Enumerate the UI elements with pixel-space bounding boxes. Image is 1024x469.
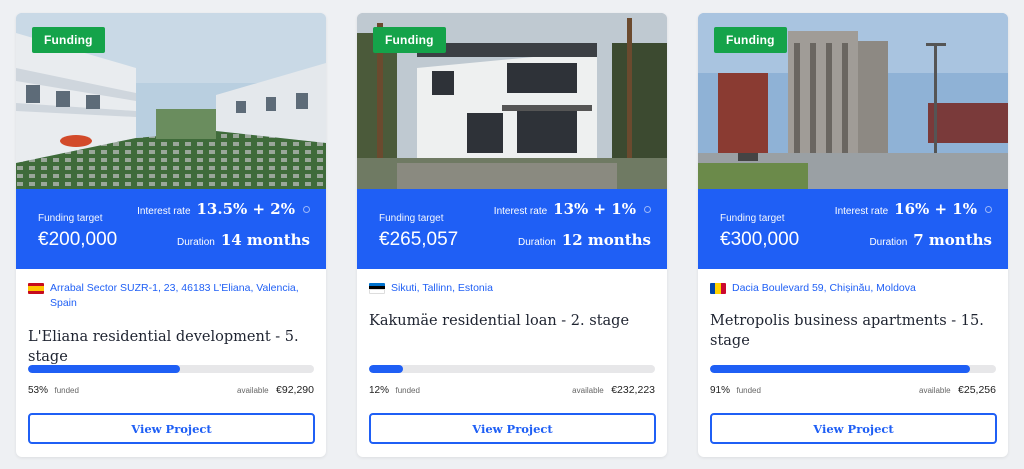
location-row: Dacia Boulevard 59, Chișinău, Moldova bbox=[710, 281, 994, 296]
available-label: available bbox=[237, 386, 269, 395]
available-label: available bbox=[572, 386, 604, 395]
funded-label: funded bbox=[736, 386, 761, 395]
available-stat: available €232,223 bbox=[572, 380, 655, 398]
interest-rate-label: Interest rate bbox=[834, 206, 889, 217]
duration-label: Duration bbox=[869, 237, 908, 248]
interest-rate-value: 13.5% + 2% bbox=[196, 200, 296, 218]
funding-target-value: €265,057 bbox=[379, 229, 459, 250]
funding-stats-row: 91% funded available €25,256 bbox=[710, 380, 996, 398]
project-photo[interactable]: Funding bbox=[16, 13, 326, 189]
funding-target-label: Funding target bbox=[720, 213, 785, 224]
funding-summary-panel: Funding target €200,000 Interest rate 13… bbox=[16, 189, 326, 269]
project-photo[interactable]: Funding bbox=[357, 13, 667, 189]
duration-value: 14 months bbox=[220, 231, 310, 249]
project-card[interactable]: Funding Funding target €200,000 Interest… bbox=[16, 13, 326, 457]
project-photo[interactable]: Funding bbox=[698, 13, 1008, 189]
info-icon[interactable] bbox=[303, 206, 310, 213]
funding-summary-panel: Funding target €300,000 Interest rate 16… bbox=[698, 189, 1008, 269]
interest-rate-row: Interest rate 13.5% + 2% bbox=[137, 200, 310, 218]
funded-percent: 53% bbox=[28, 385, 49, 396]
funding-progress-fill bbox=[369, 365, 404, 373]
funding-progress-bar bbox=[369, 365, 655, 373]
view-project-button[interactable]: View Project bbox=[369, 413, 656, 444]
view-project-button[interactable]: View Project bbox=[28, 413, 315, 444]
funding-progress-fill bbox=[28, 365, 180, 373]
funding-progress-fill bbox=[710, 365, 971, 373]
funded-stat: 12% funded bbox=[369, 380, 420, 398]
funded-stat: 91% funded bbox=[710, 380, 761, 398]
status-badge: Funding bbox=[373, 27, 446, 53]
available-label: available bbox=[919, 386, 951, 395]
available-amount: €232,223 bbox=[611, 384, 655, 396]
location-row: Arrabal Sector SUZR-1, 23, 46183 L'Elian… bbox=[28, 281, 312, 311]
funded-percent: 12% bbox=[369, 385, 390, 396]
project-title[interactable]: Kakumäe residential loan - 2. stage bbox=[369, 311, 659, 331]
duration-value: 12 months bbox=[561, 231, 651, 249]
duration-row: Duration 12 months bbox=[518, 231, 651, 249]
project-card[interactable]: Funding Funding target €300,000 Interest… bbox=[698, 13, 1008, 457]
interest-rate-row: Interest rate 16% + 1% bbox=[835, 200, 992, 218]
funded-label: funded bbox=[54, 386, 79, 395]
funding-summary-panel: Funding target €265,057 Interest rate 13… bbox=[357, 189, 667, 269]
estonia-flag-icon bbox=[369, 283, 385, 294]
duration-label: Duration bbox=[518, 237, 556, 248]
interest-rate-row: Interest rate 13% + 1% bbox=[494, 200, 651, 218]
available-amount: €92,290 bbox=[276, 384, 314, 396]
funded-label: funded bbox=[395, 386, 420, 395]
project-title[interactable]: Metropolis business apartments - 15. sta… bbox=[710, 311, 1000, 351]
funding-progress-bar bbox=[710, 365, 996, 373]
funding-target-value: €200,000 bbox=[38, 229, 118, 250]
interest-rate-label: Interest rate bbox=[493, 206, 548, 217]
project-card[interactable]: Funding Funding target €265,057 Interest… bbox=[357, 13, 667, 457]
funding-progress-bar bbox=[28, 365, 314, 373]
moldova-flag-icon bbox=[710, 283, 726, 294]
available-stat: available €92,290 bbox=[237, 380, 314, 398]
funded-stat: 53% funded bbox=[28, 380, 79, 398]
duration-row: Duration 14 months bbox=[177, 231, 310, 249]
funded-percent: 91% bbox=[710, 385, 731, 396]
location-text[interactable]: Arrabal Sector SUZR-1, 23, 46183 L'Elian… bbox=[50, 281, 312, 311]
spain-flag-icon bbox=[28, 283, 44, 294]
info-icon[interactable] bbox=[985, 206, 992, 213]
view-project-button[interactable]: View Project bbox=[710, 413, 997, 444]
funding-target-label: Funding target bbox=[38, 213, 103, 224]
funding-target-label: Funding target bbox=[379, 213, 444, 224]
location-row: Sikuti, Tallinn, Estonia bbox=[369, 281, 653, 296]
duration-label: Duration bbox=[177, 237, 215, 248]
interest-rate-label: Interest rate bbox=[137, 206, 191, 217]
available-amount: €25,256 bbox=[958, 384, 996, 396]
interest-rate-value: 13% + 1% bbox=[553, 200, 636, 218]
status-badge: Funding bbox=[714, 27, 787, 53]
location-text[interactable]: Dacia Boulevard 59, Chișinău, Moldova bbox=[732, 281, 916, 296]
status-badge: Funding bbox=[32, 27, 105, 53]
funding-target-value: €300,000 bbox=[720, 229, 800, 250]
location-text[interactable]: Sikuti, Tallinn, Estonia bbox=[391, 281, 493, 296]
duration-row: Duration 7 months bbox=[869, 231, 992, 249]
funding-stats-row: 12% funded available €232,223 bbox=[369, 380, 655, 398]
duration-value: 7 months bbox=[913, 231, 992, 249]
funding-stats-row: 53% funded available €92,290 bbox=[28, 380, 314, 398]
info-icon[interactable] bbox=[644, 206, 651, 213]
available-stat: available €25,256 bbox=[919, 380, 996, 398]
interest-rate-value: 16% + 1% bbox=[894, 200, 977, 218]
project-title[interactable]: L'Eliana residential development - 5. st… bbox=[28, 327, 318, 367]
